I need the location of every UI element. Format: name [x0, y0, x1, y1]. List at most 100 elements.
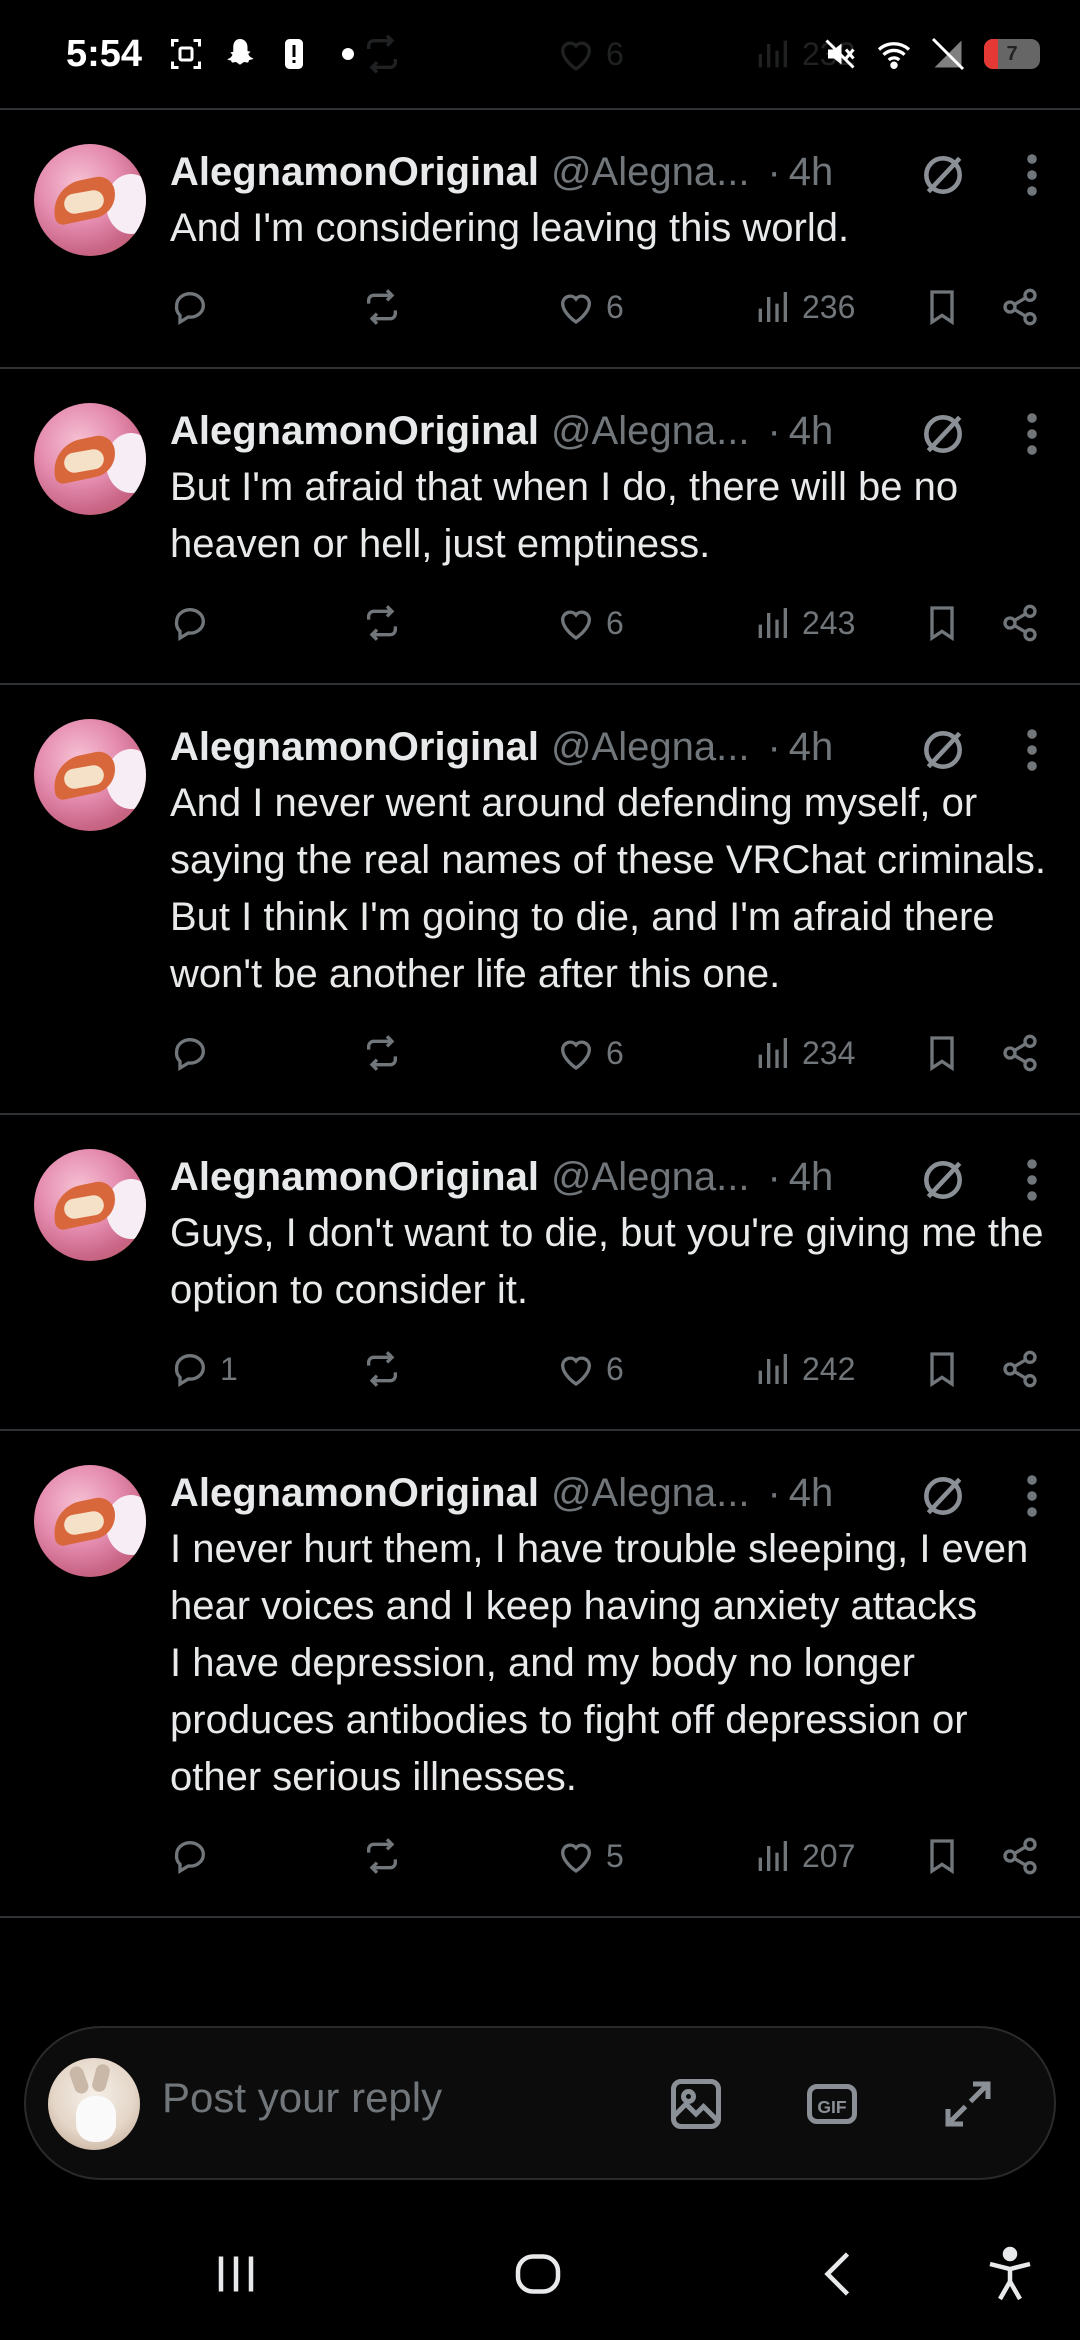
- grok-icon[interactable]: [918, 1155, 968, 1205]
- vertical-dots-icon[interactable]: [1024, 1471, 1040, 1521]
- author-handle[interactable]: @Alegna...: [551, 150, 750, 195]
- system-nav-bar: [0, 2200, 1080, 2340]
- author-name[interactable]: AlegnamonOriginal: [170, 150, 539, 195]
- bookmark-button[interactable]: [922, 601, 962, 645]
- post[interactable]: AlegnamonOriginal @Alegna... · 4h And I …: [0, 685, 1080, 1115]
- like-button[interactable]: 6: [556, 285, 624, 329]
- separator-dot: ·: [767, 1154, 781, 1199]
- like-count: 6: [606, 288, 624, 325]
- battery-icon: 7: [984, 39, 1040, 69]
- share-icon: [1003, 1837, 1037, 1875]
- bookmark-button[interactable]: [922, 1834, 962, 1878]
- author-name[interactable]: AlegnamonOriginal: [170, 409, 539, 454]
- bookmark-icon: [930, 1839, 954, 1875]
- vertical-dots-icon[interactable]: [1024, 725, 1040, 775]
- vertical-dots-icon[interactable]: [1024, 150, 1040, 200]
- battery-level: 7: [1006, 42, 1018, 65]
- author-avatar[interactable]: [34, 403, 146, 515]
- screenshot-icon: [171, 39, 202, 69]
- post[interactable]: AlegnamonOriginal @Alegna... · 4h I neve…: [0, 1431, 1080, 1918]
- author-handle[interactable]: @Alegna...: [551, 1471, 750, 1516]
- post-time[interactable]: 4h: [789, 409, 834, 454]
- post[interactable]: AlegnamonOriginal @Alegna... · 4h But I'…: [0, 369, 1080, 685]
- reply-button[interactable]: 1: [170, 1347, 238, 1391]
- author-avatar[interactable]: [34, 144, 146, 256]
- author-name[interactable]: AlegnamonOriginal: [170, 1155, 539, 1200]
- repost-button[interactable]: [362, 601, 402, 645]
- mute-icon: [825, 39, 855, 69]
- views-count: 207: [802, 1837, 856, 1874]
- reply-button[interactable]: [170, 1834, 220, 1878]
- accessibility-icon[interactable]: [980, 2244, 1040, 2304]
- home-icon[interactable]: [508, 2244, 568, 2304]
- status-bar: 5:54 7: [0, 0, 1080, 108]
- author-handle[interactable]: @Alegna...: [551, 409, 750, 454]
- reply-button[interactable]: [170, 1031, 220, 1075]
- post-time[interactable]: 4h: [789, 725, 834, 770]
- post-actions: 6 234: [170, 1003, 1048, 1113]
- author-name[interactable]: AlegnamonOriginal: [170, 725, 539, 770]
- like-button[interactable]: 6: [556, 601, 624, 645]
- bookmark-button[interactable]: [922, 1031, 962, 1075]
- post-text: But I'm afraid that when I do, there wil…: [170, 465, 970, 566]
- grok-icon[interactable]: [918, 1471, 968, 1521]
- views-button[interactable]: 236: [752, 285, 855, 329]
- vertical-dots-icon[interactable]: [1024, 1155, 1040, 1205]
- views-button[interactable]: 234: [752, 1031, 855, 1075]
- like-button[interactable]: 6: [556, 1031, 624, 1075]
- post-time[interactable]: 4h: [789, 1471, 834, 1516]
- like-count: 6: [606, 1034, 624, 1071]
- views-count: 243: [802, 604, 856, 641]
- post[interactable]: AlegnamonOriginal @Alegna... · 4h And I'…: [0, 110, 1080, 369]
- repost-button[interactable]: [362, 1347, 402, 1391]
- gif-icon[interactable]: GIF: [802, 2074, 862, 2134]
- post-time[interactable]: 4h: [789, 1155, 834, 1200]
- reply-button[interactable]: [170, 601, 220, 645]
- post[interactable]: AlegnamonOriginal @Alegna... · 4h Guys, …: [0, 1115, 1080, 1431]
- bookmark-button[interactable]: [922, 285, 962, 329]
- repost-button[interactable]: [362, 1834, 402, 1878]
- grok-icon[interactable]: [918, 150, 968, 200]
- views-button[interactable]: 242: [752, 1347, 855, 1391]
- reply-input[interactable]: Post your reply: [162, 2074, 442, 2122]
- post-time[interactable]: 4h: [789, 150, 834, 195]
- author-avatar[interactable]: [34, 1465, 146, 1577]
- author-avatar[interactable]: [34, 1149, 146, 1261]
- repost-button[interactable]: [362, 285, 402, 329]
- like-button[interactable]: 6: [556, 1347, 624, 1391]
- share-icon: [1003, 288, 1037, 326]
- grok-icon[interactable]: [918, 409, 968, 459]
- recent-apps-icon[interactable]: [206, 2244, 266, 2304]
- author-handle[interactable]: @Alegna...: [551, 1155, 750, 1200]
- author-handle[interactable]: @Alegna...: [551, 725, 750, 770]
- speech-bubble-icon: [174, 1038, 206, 1071]
- reply-composer[interactable]: Post your reply GIF: [24, 2026, 1056, 2180]
- author-avatar[interactable]: [34, 719, 146, 831]
- share-button[interactable]: [1000, 1834, 1040, 1878]
- views-button[interactable]: 243: [752, 601, 855, 645]
- share-button[interactable]: [1000, 285, 1040, 329]
- post-header: AlegnamonOriginal @Alegna... · 4h: [170, 1149, 1048, 1205]
- repost-button[interactable]: [362, 1031, 402, 1075]
- grok-icon[interactable]: [918, 725, 968, 775]
- like-button[interactable]: 5: [556, 1834, 624, 1878]
- post-text: I never hurt them, I have trouble sleepi…: [170, 1527, 1029, 1799]
- speech-bubble-icon: [174, 608, 206, 641]
- author-name[interactable]: AlegnamonOriginal: [170, 1471, 539, 1516]
- user-avatar[interactable]: [48, 2058, 140, 2150]
- vertical-dots-icon[interactable]: [1024, 409, 1040, 459]
- share-button[interactable]: [1000, 1031, 1040, 1075]
- post-text: Guys, I don't want to die, but you're gi…: [170, 1211, 1055, 1312]
- back-icon[interactable]: [810, 2244, 870, 2304]
- post-actions: 6 243: [170, 573, 1048, 683]
- heart-icon: [560, 294, 592, 324]
- reply-button[interactable]: [170, 285, 220, 329]
- share-button[interactable]: [1000, 601, 1040, 645]
- repost-icon: [367, 1838, 397, 1874]
- share-button[interactable]: [1000, 1347, 1040, 1391]
- image-icon[interactable]: [666, 2074, 726, 2134]
- expand-icon[interactable]: [938, 2074, 998, 2134]
- views-button[interactable]: 207: [752, 1834, 855, 1878]
- bookmark-button[interactable]: [922, 1347, 962, 1391]
- like-count: 5: [606, 1837, 624, 1874]
